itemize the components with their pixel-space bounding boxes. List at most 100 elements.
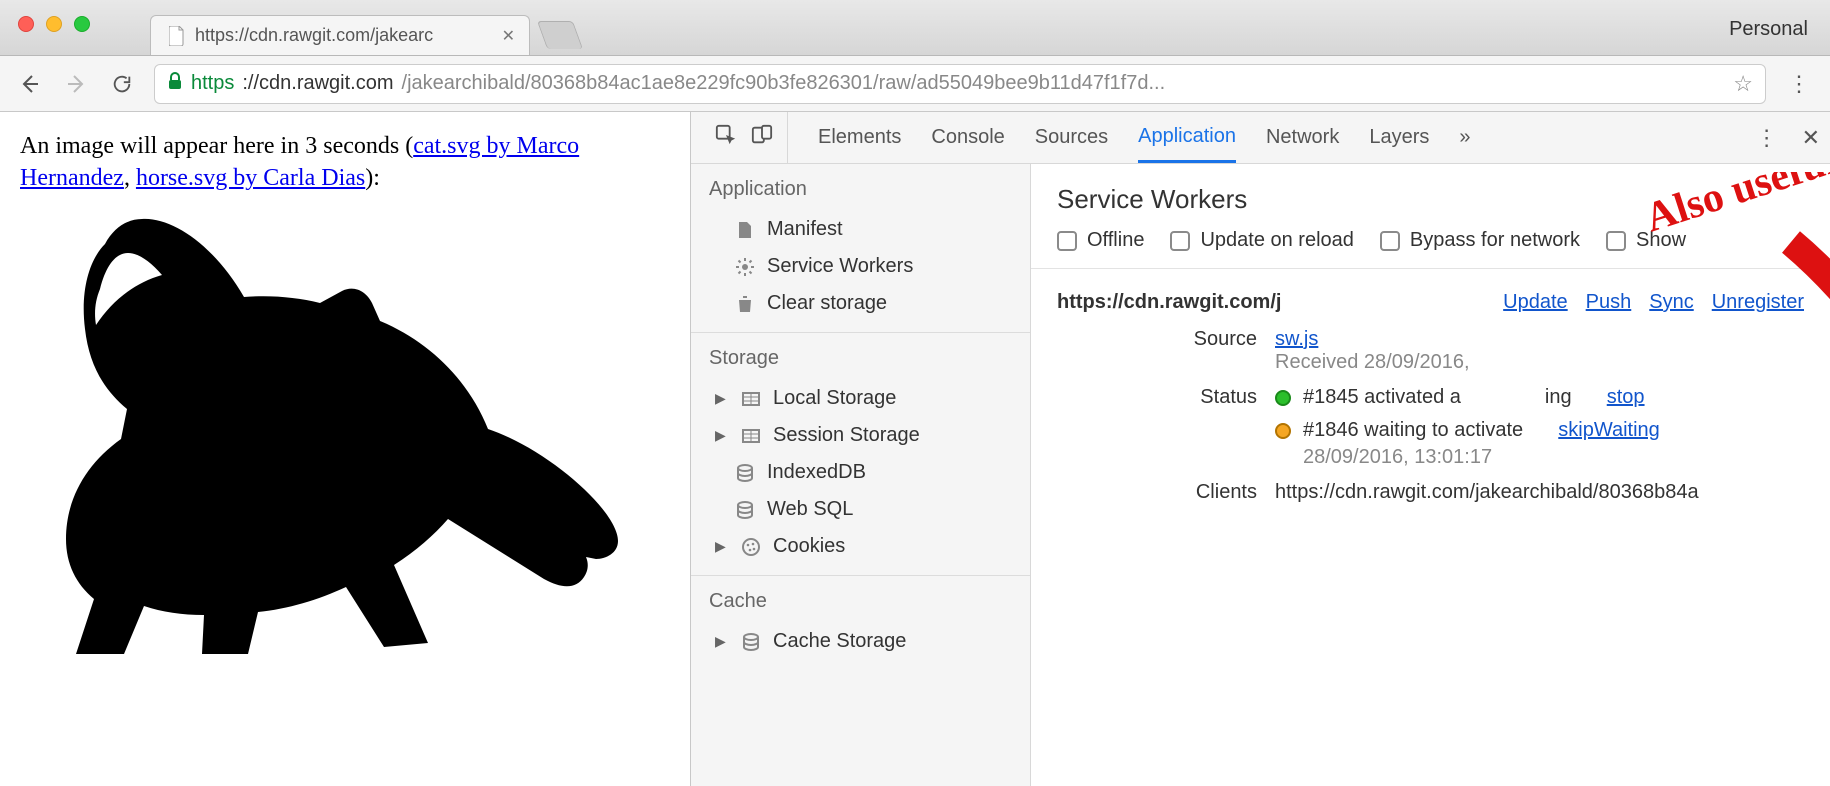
maximize-window-button[interactable] xyxy=(74,16,90,32)
application-main: Service Workers Offline Update on reload… xyxy=(1031,164,1830,786)
sw-status-waiting-row: #1846 waiting to activate skipWaiting xyxy=(1275,419,1804,442)
inspect-element-icon[interactable] xyxy=(715,124,737,151)
caret-icon: ▶ xyxy=(715,538,729,555)
close-tab-icon[interactable]: ✕ xyxy=(502,26,515,46)
url-host: ://cdn.rawgit.com xyxy=(242,72,393,95)
grid-icon xyxy=(741,389,761,409)
caret-icon: ▶ xyxy=(715,390,729,407)
tab-elements[interactable]: Elements xyxy=(818,112,901,163)
content-area: An image will appear here in 3 seconds (… xyxy=(0,112,1830,786)
status-dot-green-icon xyxy=(1275,390,1291,406)
traffic-lights xyxy=(18,16,90,32)
sw-status-active-row: #1845 activated a xxxxxx ing stop xyxy=(1275,386,1804,409)
link-horse-svg[interactable]: horse.svg by Carla Dias xyxy=(136,165,365,191)
cat-image xyxy=(20,199,640,659)
trash-icon xyxy=(735,294,755,314)
tab-layers[interactable]: Layers xyxy=(1369,112,1429,163)
label-status: Status xyxy=(1057,382,1257,409)
sw-clients-url: https://cdn.rawgit.com/jakearchibald/803… xyxy=(1275,477,1804,504)
tabstrip: https://cdn.rawgit.com/jakearc ✕ xyxy=(150,0,578,55)
sidebar-item-manifest[interactable]: Manifest xyxy=(691,211,1030,248)
reload-button[interactable] xyxy=(108,70,136,98)
sw-source-received: Received 28/09/2016, xyxy=(1275,351,1470,373)
devtools-tabbar: Elements Console Sources Application Net… xyxy=(691,112,1830,164)
checkbox-show[interactable]: Show xyxy=(1606,229,1686,252)
checkbox-update-on-reload[interactable]: Update on reload xyxy=(1170,229,1353,252)
sw-source-link[interactable]: sw.js xyxy=(1275,328,1318,350)
back-button[interactable] xyxy=(16,70,44,98)
sidebar-section-storage: Storage xyxy=(691,333,1030,380)
titlebar: https://cdn.rawgit.com/jakearc ✕ Persona… xyxy=(0,0,1830,56)
tab-sources[interactable]: Sources xyxy=(1035,112,1108,163)
url-scheme: https xyxy=(191,72,234,95)
devtools-toolbar-icons xyxy=(701,112,788,163)
caret-icon: ▶ xyxy=(715,633,729,650)
new-tab-button[interactable] xyxy=(537,21,583,49)
sw-origin-url: https://cdn.rawgit.com/j xyxy=(1057,291,1281,313)
grid-icon xyxy=(741,426,761,446)
sw-action-update[interactable]: Update xyxy=(1503,291,1568,314)
sw-status-waiting: #1846 waiting to activate xyxy=(1303,419,1523,442)
checkbox-icon xyxy=(1057,231,1077,251)
caret-icon: ▶ xyxy=(715,427,729,444)
devtools-panel: Elements Console Sources Application Net… xyxy=(690,112,1830,786)
checkbox-offline[interactable]: Offline xyxy=(1057,229,1144,252)
cookie-icon xyxy=(741,537,761,557)
label-clients: Clients xyxy=(1057,477,1257,504)
devtools-close-icon[interactable]: ✕ xyxy=(1802,125,1820,151)
sw-origin-row: https://cdn.rawgit.com/j Update Push Syn… xyxy=(1031,269,1830,320)
close-window-button[interactable] xyxy=(18,16,34,32)
checkbox-icon xyxy=(1606,231,1626,251)
sw-status-active-suffix: ing xyxy=(1545,386,1572,409)
application-sidebar: Application Manifest Service Workers Cle… xyxy=(691,164,1031,786)
address-bar[interactable]: https ://cdn.rawgit.com/jakearchibald/803… xyxy=(154,64,1766,104)
tab-console[interactable]: Console xyxy=(931,112,1004,163)
label-source: Source xyxy=(1057,324,1257,351)
sidebar-item-cache-storage[interactable]: ▶ Cache Storage xyxy=(691,623,1030,660)
profile-label[interactable]: Personal xyxy=(1729,18,1808,41)
page-text: An image will appear here in 3 seconds (… xyxy=(20,130,670,195)
sw-action-unregister[interactable]: Unregister xyxy=(1712,291,1804,314)
status-dot-orange-icon xyxy=(1275,423,1291,439)
sw-action-push[interactable]: Push xyxy=(1586,291,1632,314)
panel-title: Service Workers xyxy=(1031,164,1830,229)
sw-waiting-time: 28/09/2016, 13:01:17 xyxy=(1303,446,1804,469)
file-icon xyxy=(169,26,185,46)
sw-stop-link[interactable]: stop xyxy=(1607,386,1645,409)
checkbox-icon xyxy=(1170,231,1190,251)
url-path: /jakearchibald/80368b84ac1ae8e229fc90b3f… xyxy=(402,72,1166,95)
toolbar: https ://cdn.rawgit.com/jakearchibald/803… xyxy=(0,56,1830,112)
tabs-overflow[interactable]: » xyxy=(1459,112,1470,163)
browser-window: https://cdn.rawgit.com/jakearc ✕ Persona… xyxy=(0,0,1830,786)
tab-application[interactable]: Application xyxy=(1138,112,1236,163)
sw-skipwaiting-link[interactable]: skipWaiting xyxy=(1558,419,1660,442)
sw-options-row: Offline Update on reload Bypass for netw… xyxy=(1031,229,1830,269)
browser-tab[interactable]: https://cdn.rawgit.com/jakearc ✕ xyxy=(150,15,530,55)
device-toolbar-icon[interactable] xyxy=(751,124,773,151)
sidebar-item-session-storage[interactable]: ▶ Session Storage xyxy=(691,417,1030,454)
devtools-tabs: Elements Console Sources Application Net… xyxy=(796,112,1471,163)
sw-status-active: #1845 activated a xyxy=(1303,386,1461,409)
tab-network[interactable]: Network xyxy=(1266,112,1339,163)
sidebar-item-cookies[interactable]: ▶ Cookies xyxy=(691,528,1030,565)
sidebar-item-local-storage[interactable]: ▶ Local Storage xyxy=(691,380,1030,417)
sidebar-item-indexeddb[interactable]: IndexedDB xyxy=(691,454,1030,491)
minimize-window-button[interactable] xyxy=(46,16,62,32)
devtools-menu-icon[interactable]: ⋮ xyxy=(1756,125,1778,151)
database-icon xyxy=(735,463,755,483)
database-icon xyxy=(735,500,755,520)
gear-icon xyxy=(735,257,755,277)
tab-title: https://cdn.rawgit.com/jakearc xyxy=(195,25,433,46)
sw-action-sync[interactable]: Sync xyxy=(1649,291,1693,314)
lock-icon xyxy=(167,72,183,96)
forward-button[interactable] xyxy=(62,70,90,98)
sidebar-item-clear-storage[interactable]: Clear storage xyxy=(691,285,1030,322)
bookmark-star-icon[interactable]: ☆ xyxy=(1733,71,1753,97)
database-icon xyxy=(741,632,761,652)
sidebar-item-websql[interactable]: Web SQL xyxy=(691,491,1030,528)
sidebar-section-application: Application xyxy=(691,164,1030,211)
document-icon xyxy=(735,220,755,240)
sidebar-item-service-workers[interactable]: Service Workers xyxy=(691,248,1030,285)
chrome-menu-button[interactable]: ⋮ xyxy=(1784,71,1814,97)
checkbox-bypass-network[interactable]: Bypass for network xyxy=(1380,229,1580,252)
